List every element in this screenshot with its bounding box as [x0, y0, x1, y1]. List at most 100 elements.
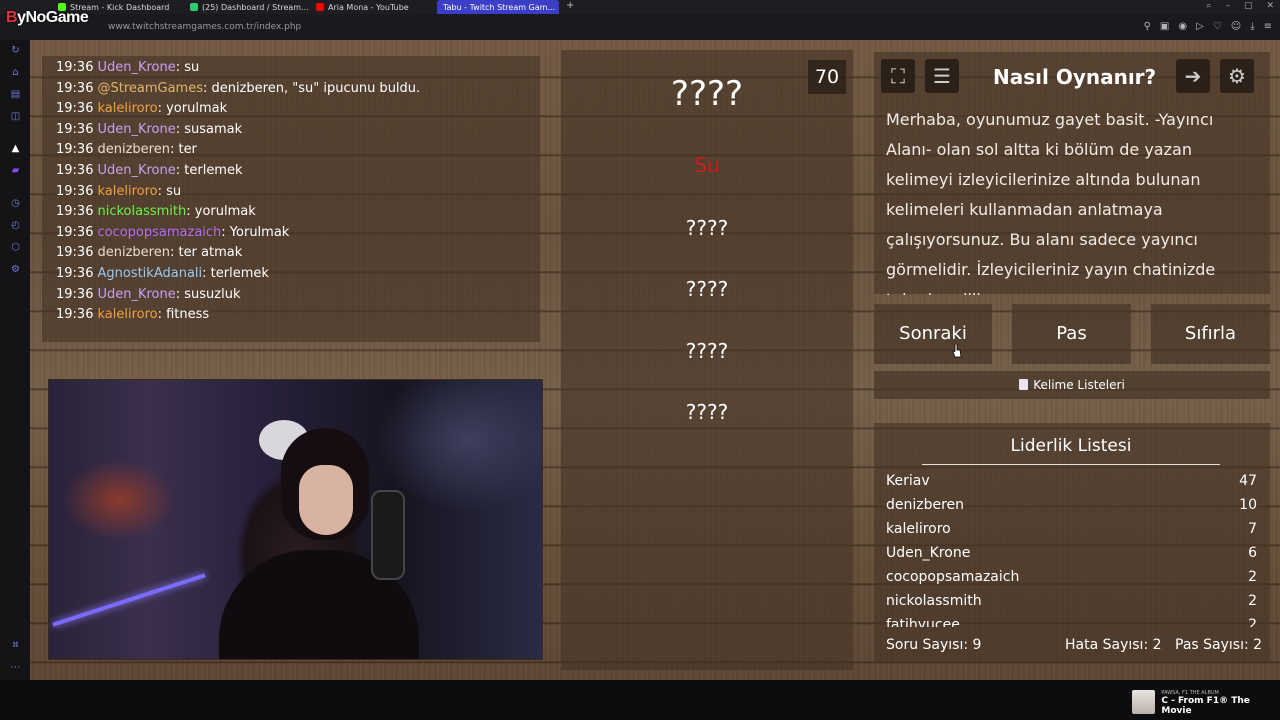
- pin-icon[interactable]: ⚲: [1144, 21, 1151, 32]
- chat-user: AgnostikAdanali: [97, 265, 203, 281]
- bottom-bar: [0, 680, 1280, 720]
- settings-gear-button[interactable]: ⚙: [1220, 59, 1254, 93]
- chat-user: kaleliroro: [97, 183, 158, 199]
- chat-message: 19:36 cocopopsamazaich: Yorulmak: [56, 224, 290, 240]
- url-field[interactable]: www.twitchstreamgames.com.tr/index.php: [108, 22, 301, 32]
- error-count: Hata Sayısı: 2: [1065, 637, 1162, 653]
- sidebar-clock-icon[interactable]: ◷: [10, 198, 21, 209]
- hidden-hint-word: ????: [685, 277, 729, 301]
- leaderboard-title: Liderlik Listesi: [1010, 436, 1132, 456]
- pass-button[interactable]: Pas: [1012, 304, 1131, 364]
- leaderboard-row: kaleliroro 7: [886, 521, 1257, 537]
- leaderboard-row: Keriav 47: [886, 473, 1257, 489]
- chat-user: Uden_Krone: [97, 162, 176, 178]
- main-word: ????: [670, 74, 744, 114]
- now-playing-title: C - From F1® The Movie: [1161, 696, 1250, 716]
- search-icon[interactable]: ⌕: [1206, 1, 1211, 11]
- chat-message: 19:36 kaleliroro: fitness: [56, 307, 210, 323]
- chat-message: 19:36 Uden_Krone: su: [56, 60, 200, 75]
- leaderboard-row: nickolassmith 2: [886, 593, 1257, 609]
- leaderboard-row: cocopopsamazaich 2: [886, 569, 1257, 585]
- chat-user: denizberen: [97, 142, 170, 158]
- reset-button[interactable]: Sıfırla: [1151, 304, 1270, 364]
- close-icon[interactable]: ✕: [1266, 1, 1274, 11]
- now-playing-widget: PAWSA, F1 THE ALBUM C - From F1® The Mov…: [1132, 690, 1280, 716]
- pass-count: Pas Sayısı: 2: [1175, 637, 1263, 653]
- sidebar-kick-icon[interactable]: ▲: [10, 143, 21, 154]
- chat-user: Uden_Krone: [97, 286, 176, 302]
- browser-sidebar: ↻ ⌂ ▤ ◫ ▲ ▰ ◷ ◴ ⬡ ⚙ ⌘ ⋯: [0, 40, 30, 680]
- microphone: [371, 490, 405, 580]
- leaderboard-row: fatihyucee 2: [886, 617, 1257, 627]
- minimize-icon[interactable]: –: [1225, 1, 1230, 11]
- found-hint-word: Su: [694, 153, 720, 177]
- chat-message: 19:36 denizberen: ter atmak: [56, 245, 243, 261]
- sidebar-m-icon[interactable]: ◫: [10, 111, 21, 122]
- leaderboard-row: denizberen 10: [886, 497, 1257, 513]
- chat-user: denizberen: [97, 245, 170, 261]
- chat-user: Uden_Krone: [97, 60, 176, 75]
- tab-dashboard-stream[interactable]: (25) Dashboard / Stream...: [184, 0, 308, 14]
- chat-panel: 19:36 Uden_Krone: su 19:36 @StreamGames: d…: [42, 56, 540, 342]
- youtube-icon: [316, 3, 324, 11]
- sidebar-history-icon[interactable]: ↻: [10, 45, 21, 56]
- sidebar-box-icon[interactable]: ▤: [10, 89, 21, 100]
- sidebar-settings-icon[interactable]: ⚙: [10, 264, 21, 275]
- chat-user: kaleliroro: [97, 307, 158, 323]
- how-to-play-text: Merhaba, oyunumuz gayet basit. -Yayıncı …: [886, 110, 1216, 295]
- album-art: [1132, 690, 1156, 714]
- fullscreen-button[interactable]: ⛶: [881, 59, 915, 93]
- exit-button[interactable]: ➔: [1176, 59, 1210, 93]
- game-page: 19:36 Uden_Krone: su 19:36 @StreamGames: d…: [30, 40, 1280, 680]
- heart-icon[interactable]: ♡: [1213, 21, 1222, 32]
- word-lists-button[interactable]: Kelime Listeleri: [874, 371, 1270, 399]
- chat-message: 19:36 Uden_Krone: susuzluk: [56, 286, 241, 302]
- window-controls: ⌕ – ▢ ✕: [1206, 1, 1274, 11]
- chat-message: 19:36 Uden_Krone: susamak: [56, 121, 243, 137]
- sidebar-extension-icon[interactable]: ⌘: [10, 640, 21, 651]
- menu-icon[interactable]: ≡: [1264, 21, 1272, 32]
- chat-message: 19:36 AgnostikAdanali: terlemek: [56, 265, 269, 281]
- leaderboard-list: Keriav 47 denizberen 10 kaleliroro 7 Uden_K…: [886, 469, 1257, 627]
- sidebar-shop-icon[interactable]: ⌂: [10, 67, 21, 78]
- chat-user: cocopopsamazaich: [97, 224, 222, 240]
- sidebar-twitch-icon[interactable]: ▰: [10, 165, 21, 176]
- sidebar-time-icon[interactable]: ◴: [10, 220, 21, 231]
- bynogame-logo: ByNoGame: [6, 9, 89, 26]
- chat-message: 19:36 nickolassmith: yorulmak: [56, 204, 256, 220]
- webcam-feed: [48, 379, 543, 660]
- download-icon[interactable]: ⤓: [1250, 21, 1254, 32]
- tab-youtube[interactable]: Aria Mona - YouTube: [310, 0, 436, 14]
- next-button[interactable]: Sonraki: [874, 304, 992, 364]
- camera-icon[interactable]: ◉: [1178, 21, 1187, 32]
- mouse-cursor-icon: [952, 344, 962, 358]
- hidden-hint-word: ????: [685, 216, 729, 240]
- chat-user: @StreamGames: [97, 80, 203, 96]
- chat-user: Uden_Krone: [97, 121, 176, 137]
- new-tab-button[interactable]: +: [566, 0, 574, 11]
- maximize-icon[interactable]: ▢: [1244, 1, 1253, 11]
- chat-user: nickolassmith: [97, 204, 187, 220]
- hidden-hint-word: ????: [685, 339, 729, 363]
- chat-message: 19:36 kaleliroro: su: [56, 183, 182, 199]
- sidebar-more-icon[interactable]: ⋯: [10, 662, 21, 673]
- question-count: Soru Sayısı: 9: [886, 637, 982, 653]
- chat-user: kaleliroro: [97, 101, 158, 117]
- hidden-hint-word: ????: [685, 400, 729, 424]
- chat-message: 19:36 denizberen: ter: [56, 142, 197, 158]
- how-to-play-title: Nasıl Oynanır?: [993, 65, 1157, 89]
- browser-tab-bar: Stream - Kick Dashboard (25) Dashboard /…: [0, 0, 1280, 14]
- tab-tabu-game[interactable]: Tabu - Twitch Stream Gam...: [437, 0, 559, 14]
- sidebar-bag-icon[interactable]: ⬡: [10, 242, 21, 253]
- user-icon[interactable]: ☺: [1231, 21, 1241, 32]
- chat-message: 19:36 Uden_Krone: terlemek: [56, 162, 243, 178]
- notepad-icon: [1019, 379, 1029, 390]
- chat-message: 19:36 @StreamGames: denizberen, "su" ipuc…: [56, 80, 421, 96]
- chat-message: 19:36 kaleliroro: yorulmak: [56, 101, 228, 117]
- leaderboard-row: Uden_Krone 6: [886, 545, 1257, 561]
- dashboard-icon: [190, 3, 198, 11]
- screenshot-icon[interactable]: ▣: [1160, 21, 1169, 32]
- play-icon[interactable]: ▷: [1196, 21, 1204, 32]
- notes-button[interactable]: ☰: [925, 59, 959, 93]
- browser-toolbar: ⚲ ▣ ◉ ▷ ♡ ☺ ⤓ ≡: [1144, 21, 1272, 32]
